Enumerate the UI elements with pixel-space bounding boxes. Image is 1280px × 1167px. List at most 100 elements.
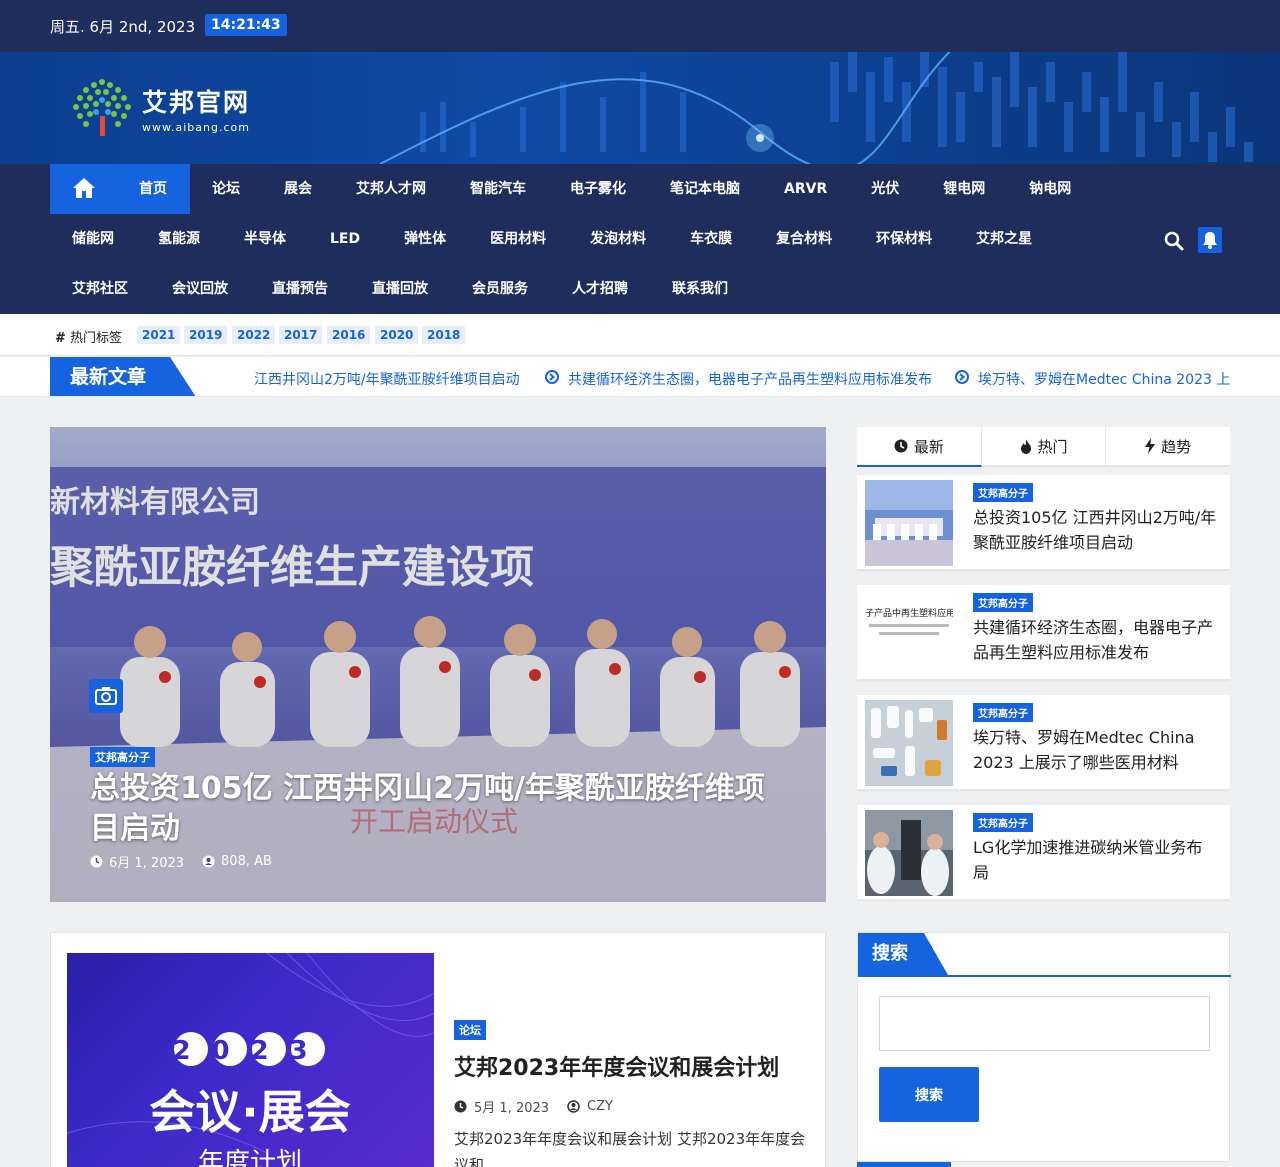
notification-button[interactable]: [1198, 227, 1222, 253]
ceremony-image: [865, 480, 953, 566]
logo-url: www.aibang.com: [142, 120, 250, 134]
post-thumbnail[interactable]: 子产品中再生塑料应用: [865, 590, 953, 676]
nav-item[interactable]: 艾邦人才网: [334, 164, 448, 214]
post-author[interactable]: CZY: [587, 1099, 613, 1114]
nav-item[interactable]: 会议回放: [150, 264, 250, 314]
post-thumbnail[interactable]: [865, 810, 953, 896]
nav-item[interactable]: 锂电网: [921, 164, 1007, 214]
sidebar-post-title[interactable]: 总投资105亿 江西井冈山2万吨/年聚酰亚胺纤维项目启动: [973, 505, 1218, 555]
post-card: 2023 会议·展会 年度计划 论坛 艾邦2023年年度会议和展会计划 5月 1…: [50, 932, 826, 1167]
sidebar-post[interactable]: 艾邦高分子 埃万特、罗姆在Medtec China 2023 上展示了哪些医用材…: [857, 695, 1230, 790]
nav-item[interactable]: 直播预告: [250, 264, 350, 314]
nav-item[interactable]: 直播回放: [350, 264, 450, 314]
search-widget-header: 搜索: [858, 933, 1231, 977]
nav-item[interactable]: 储能网: [50, 214, 136, 264]
search-icon[interactable]: [1163, 230, 1185, 252]
nav-item[interactable]: 环保材料: [854, 214, 954, 264]
search-widget: 搜索 搜索: [857, 932, 1231, 1162]
tab-label: 热门: [1037, 437, 1068, 456]
category-badge[interactable]: 艾邦高分子: [90, 747, 155, 767]
category-badge[interactable]: 艾邦高分子: [973, 813, 1033, 832]
nav-item[interactable]: 会员服务: [450, 264, 550, 314]
nav-item[interactable]: 展会: [262, 164, 334, 214]
nav-item[interactable]: 医用材料: [468, 214, 568, 264]
latest-news-ticker: 最新文章 江西井冈山2万吨/年聚酰亚胺纤维项目启动 共建循环经济生态圈，电器电子…: [0, 357, 1280, 397]
nav-item[interactable]: 笔记本电脑: [648, 164, 762, 214]
nav-item[interactable]: 艾邦社区: [50, 264, 150, 314]
category-badge[interactable]: 艾邦高分子: [973, 593, 1033, 612]
tab-label: 趋势: [1161, 437, 1192, 456]
nav-item[interactable]: 发泡材料: [568, 214, 668, 264]
fire-icon: [1020, 438, 1031, 454]
nav-row-3: 艾邦社区 会议回放 直播预告 直播回放 会员服务 人才招聘 联系我们: [50, 264, 750, 314]
featured-post[interactable]: 新材料有限公司 聚酰亚胺纤维生产建设项 开工启动仪式 艾邦高分子 总投资105亿…: [50, 427, 826, 902]
event-plan-image: 2023 会议·展会 年度计划: [67, 953, 434, 1167]
tab-trending[interactable]: 趋势: [1106, 427, 1230, 465]
post-thumbnail[interactable]: [865, 700, 953, 786]
tag-link[interactable]: 2021: [137, 326, 181, 344]
nav-item[interactable]: 车衣膜: [668, 214, 754, 264]
bolt-icon: [1145, 438, 1156, 454]
camera-icon: [89, 679, 123, 713]
image-subtitle: 年度计划: [198, 1148, 302, 1167]
post-date[interactable]: 5月 1, 2023: [474, 1097, 549, 1116]
user-icon: [202, 855, 215, 868]
nav-item-home[interactable]: 首页: [50, 164, 190, 214]
ticker-link[interactable]: 江西井冈山2万吨/年聚酰亚胺纤维项目启动: [254, 369, 520, 389]
featured-post-title[interactable]: 总投资105亿 江西井冈山2万吨/年聚酰亚胺纤维项目启动: [90, 769, 790, 849]
clock-icon: [454, 1100, 467, 1113]
nav-item[interactable]: ARVR: [762, 164, 849, 214]
search-input[interactable]: [879, 996, 1210, 1051]
nav-item[interactable]: 复合材料: [754, 214, 854, 264]
nav-item[interactable]: 光伏: [849, 164, 921, 214]
sidebar-post[interactable]: 子产品中再生塑料应用 艾邦高分子 共建循环经济生态圈，电器电子产品再生塑料应用标…: [857, 585, 1230, 680]
nav-item[interactable]: 电子雾化: [548, 164, 648, 214]
tag-link[interactable]: 2016: [327, 326, 371, 344]
tab-popular[interactable]: 热门: [982, 427, 1107, 465]
nav-item[interactable]: 智能汽车: [448, 164, 548, 214]
top-bar: 周五. 6月 2nd, 2023 14:21:43: [0, 0, 1280, 52]
nav-item[interactable]: 论坛: [190, 164, 262, 214]
tag-link[interactable]: 2022: [232, 326, 276, 344]
ticker-link[interactable]: 埃万特、罗姆在Medtec China 2023 上: [978, 369, 1230, 389]
search-button[interactable]: 搜索: [879, 1067, 979, 1122]
tag-link[interactable]: 2017: [279, 326, 323, 344]
sidebar-post-title[interactable]: 共建循环经济生态圈，电器电子产品再生塑料应用标准发布: [973, 615, 1218, 665]
post-thumbnail[interactable]: [865, 480, 953, 566]
site-logo[interactable]: 艾邦官网 www.aibang.com: [70, 76, 250, 140]
nav-item[interactable]: 半导体: [222, 214, 308, 264]
nav-item[interactable]: 人才招聘: [550, 264, 650, 314]
nav-item[interactable]: 弹性体: [382, 214, 468, 264]
current-date: 周五. 6月 2nd, 2023: [50, 18, 196, 36]
bell-icon: [1203, 232, 1217, 249]
sidebar-post[interactable]: 艾邦高分子 总投资105亿 江西井冈山2万吨/年聚酰亚胺纤维项目启动: [857, 475, 1230, 570]
category-badge[interactable]: 论坛: [454, 1020, 486, 1040]
nav-item[interactable]: 艾邦之星: [954, 214, 1054, 264]
arrow-circle-icon: [545, 370, 559, 384]
nav-item[interactable]: 氢能源: [136, 214, 222, 264]
sidebar-post-title[interactable]: LG化学加速推进碳纳米管业务布局: [973, 835, 1218, 885]
post-date[interactable]: 6月 1, 2023: [109, 852, 184, 871]
post-author[interactable]: 808, AB: [221, 854, 272, 869]
post-title[interactable]: 艾邦2023年年度会议和展会计划: [454, 1050, 779, 1082]
tag-link[interactable]: 2020: [375, 326, 419, 344]
tag-link[interactable]: 2018: [422, 326, 466, 344]
current-time: 14:21:43: [205, 14, 287, 36]
tab-latest[interactable]: 最新: [857, 427, 982, 467]
nav-item[interactable]: 钠电网: [1007, 164, 1093, 214]
main-nav: 首页 论坛 展会 艾邦人才网 智能汽车 电子雾化 笔记本电脑 ARVR 光伏 锂…: [0, 164, 1280, 314]
post-thumbnail[interactable]: 2023 会议·展会 年度计划: [67, 953, 434, 1167]
category-badge[interactable]: 艾邦高分子: [973, 483, 1033, 502]
sidebar-post-title[interactable]: 埃万特、罗姆在Medtec China 2023 上展示了哪些医用材料: [973, 725, 1218, 775]
arrow-circle-icon: [955, 370, 969, 384]
nav-item[interactable]: LED: [308, 214, 382, 264]
tag-link[interactable]: 2019: [184, 326, 228, 344]
sidebar-post[interactable]: 艾邦高分子 LG化学加速推进碳纳米管业务布局: [857, 805, 1230, 900]
next-widget-header: [857, 1162, 951, 1167]
ticker-link[interactable]: 共建循环经济生态圈，电器电子产品再生塑料应用标准发布: [568, 369, 932, 389]
nav-row-2: 储能网 氢能源 半导体 LED 弹性体 医用材料 发泡材料 车衣膜 复合材料 环…: [50, 214, 1054, 264]
category-badge[interactable]: 艾邦高分子: [973, 703, 1033, 722]
nav-item[interactable]: 联系我们: [650, 264, 750, 314]
ticker-heading: 最新文章: [50, 357, 196, 396]
header-banner: 艾邦官网 www.aibang.com: [0, 52, 1280, 164]
